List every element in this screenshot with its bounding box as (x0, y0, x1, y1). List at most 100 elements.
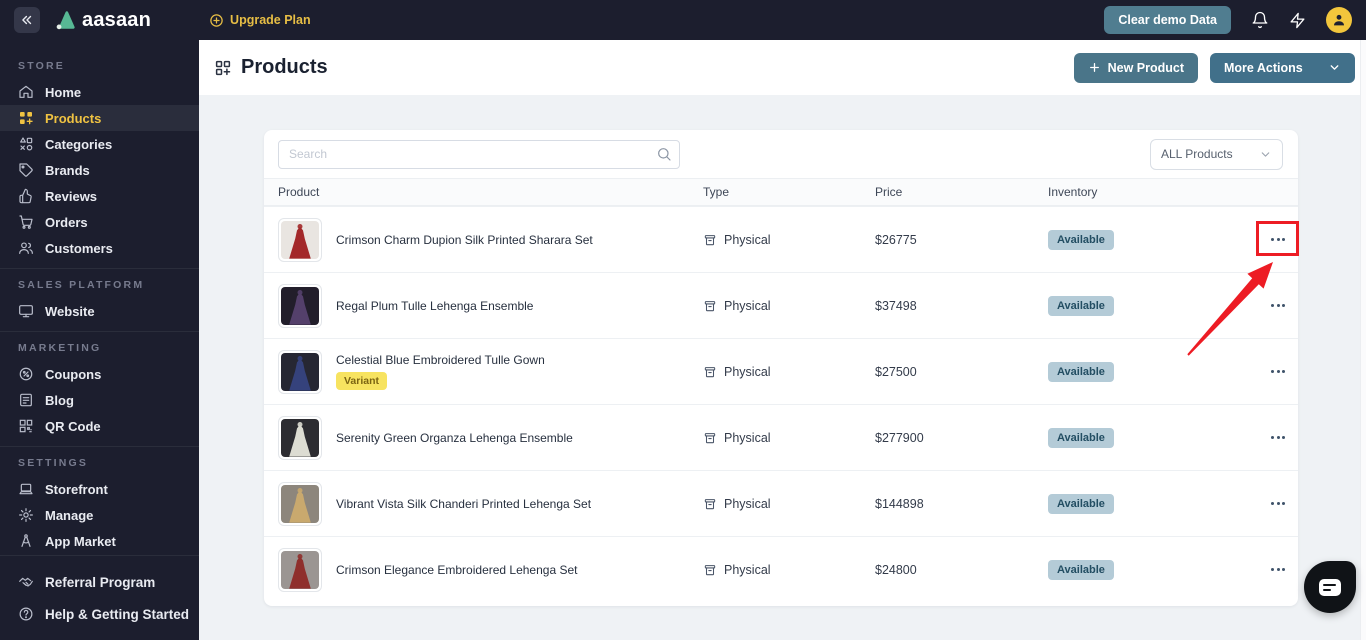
sidebar-item-orders[interactable]: Orders (0, 209, 199, 235)
lightning-bolt-icon (1290, 12, 1305, 28)
search-icon (656, 146, 672, 167)
users-icon (18, 240, 34, 256)
content-area: ALL Products Product Type Price Inventor… (199, 95, 1366, 640)
row-actions-menu-button[interactable] (1265, 560, 1291, 579)
page-header: Products New Product More Actions (199, 40, 1366, 95)
sidebar-item-reviews[interactable]: Reviews (0, 183, 199, 209)
page-title: Products (241, 56, 328, 78)
brand-logo[interactable]: aasaan (54, 9, 151, 32)
sidebar-item-label: Products (45, 110, 102, 126)
sidebar-item-manage[interactable]: Manage (0, 502, 199, 528)
table-row[interactable]: Serenity Green Organza Lehenga Ensemble … (264, 404, 1298, 470)
search-input[interactable] (278, 139, 680, 169)
sidebar-item-products[interactable]: Products (0, 105, 199, 131)
sidebar-item-label: Referral Program (45, 574, 156, 590)
sidebar-item-label: Categories (45, 136, 113, 152)
sidebar-item-label: Storefront (45, 481, 108, 497)
sidebar-item-label: App Market (45, 533, 116, 549)
inventory-status-badge: Available (1048, 559, 1114, 580)
physical-product-icon (703, 365, 717, 379)
sidebar-item-coupons[interactable]: Coupons (0, 361, 199, 387)
notifications-button[interactable] (1251, 11, 1269, 29)
upgrade-plan-button[interactable]: Upgrade Plan (209, 13, 311, 28)
chat-icon (1319, 578, 1341, 596)
quick-actions-button[interactable] (1289, 12, 1306, 29)
blog-document-icon (18, 392, 34, 408)
sidebar-item-categories[interactable]: Categories (0, 131, 199, 157)
product-thumbnail (278, 349, 322, 394)
row-actions-menu-button[interactable] (1265, 296, 1291, 315)
product-price: $144898 (875, 496, 924, 511)
table-row[interactable]: Crimson Elegance Embroidered Lehenga Set… (264, 536, 1298, 602)
product-price: $24800 (875, 562, 917, 577)
plus-icon (1089, 63, 1099, 72)
product-thumbnail (278, 283, 322, 328)
product-name: Regal Plum Tulle Lehenga Ensemble (336, 298, 534, 313)
thumbs-up-icon (18, 188, 34, 204)
aasaan-logo-icon (56, 11, 75, 30)
product-type: Physical (724, 430, 771, 445)
gear-icon (18, 507, 34, 523)
sidebar-item-storefront[interactable]: Storefront (0, 476, 199, 502)
more-actions-label: More Actions (1224, 60, 1303, 75)
table-row[interactable]: Vibrant Vista Silk Chanderi Printed Lehe… (264, 470, 1298, 536)
product-type: Physical (724, 496, 771, 511)
chevron-down-icon (1259, 148, 1272, 161)
table-row[interactable]: Regal Plum Tulle Lehenga Ensemble Physic… (264, 272, 1298, 338)
compass-tool-icon (18, 533, 34, 549)
inventory-status-badge: Available (1048, 427, 1114, 448)
physical-product-icon (703, 497, 717, 511)
sidebar-section-marketing: MARKETING (18, 342, 102, 354)
sidebar-item-website[interactable]: Website (0, 298, 199, 324)
qr-code-icon (18, 418, 34, 434)
row-actions-menu-button[interactable] (1265, 428, 1291, 447)
new-product-button[interactable]: New Product (1073, 52, 1198, 83)
sidebar-item-label: Orders (45, 214, 88, 230)
row-actions-menu-button[interactable] (1265, 362, 1291, 381)
physical-product-icon (703, 563, 717, 577)
variant-badge: Variant (336, 372, 388, 390)
row-actions-menu-button[interactable] (1265, 494, 1291, 513)
table-row[interactable]: Crimson Charm Dupion Silk Printed Sharar… (264, 206, 1298, 272)
sidebar-item-customers[interactable]: Customers (0, 235, 199, 261)
more-actions-button[interactable]: More Actions (1210, 52, 1355, 83)
product-name: Vibrant Vista Silk Chanderi Printed Lehe… (336, 496, 592, 511)
page-scrollbar[interactable] (1360, 40, 1366, 640)
product-name: Crimson Elegance Embroidered Lehenga Set (336, 562, 578, 577)
sidebar-item-qr-code[interactable]: QR Code (0, 413, 199, 439)
sidebar-section-settings: SETTINGS (18, 457, 89, 469)
sidebar-item-blog[interactable]: Blog (0, 387, 199, 413)
sidebar-section-sales-platform: SALES PLATFORM (18, 279, 145, 291)
product-type: Physical (724, 364, 771, 379)
user-avatar[interactable] (1326, 7, 1352, 33)
product-type: Physical (724, 232, 771, 247)
table-row[interactable]: Celestial Blue Embroidered Tulle Gown Va… (264, 338, 1298, 404)
chat-widget-button[interactable] (1304, 561, 1356, 613)
products-table-card: ALL Products Product Type Price Inventor… (264, 130, 1298, 606)
app-window: aasaan Upgrade Plan Clear demo Data STOR… (0, 0, 1366, 640)
product-price: $277900 (875, 430, 924, 445)
clear-demo-data-button[interactable]: Clear demo Data (1104, 6, 1231, 34)
chevron-down-icon (1330, 65, 1339, 70)
sidebar-item-label: QR Code (45, 418, 101, 434)
row-actions-menu-button[interactable] (1265, 230, 1291, 249)
product-thumbnail (278, 415, 322, 460)
sidebar-item-referral-program[interactable]: Referral Program (0, 566, 199, 598)
column-header-inventory: Inventory (1048, 185, 1098, 199)
collapse-sidebar-button[interactable] (14, 7, 40, 33)
discount-badge-icon (18, 366, 34, 382)
product-price: $26775 (875, 232, 917, 247)
product-filter-dropdown[interactable]: ALL Products (1150, 138, 1283, 170)
product-thumbnail (278, 217, 322, 262)
sidebar-item-brands[interactable]: Brands (0, 157, 199, 183)
sidebar-item-help[interactable]: Help & Getting Started (0, 598, 199, 630)
sidebar-item-label: Coupons (45, 366, 102, 382)
product-price: $37498 (875, 298, 917, 313)
sidebar-item-app-market[interactable]: App Market (0, 528, 199, 554)
table-header-row: Product Type Price Inventory (264, 178, 1298, 206)
double-chevron-left-icon (22, 15, 32, 25)
sidebar-item-label: Website (45, 303, 95, 319)
sidebar-item-home[interactable]: Home (0, 79, 199, 105)
topbar: aasaan Upgrade Plan Clear demo Data (0, 0, 1366, 40)
products-grid-icon (215, 60, 231, 75)
